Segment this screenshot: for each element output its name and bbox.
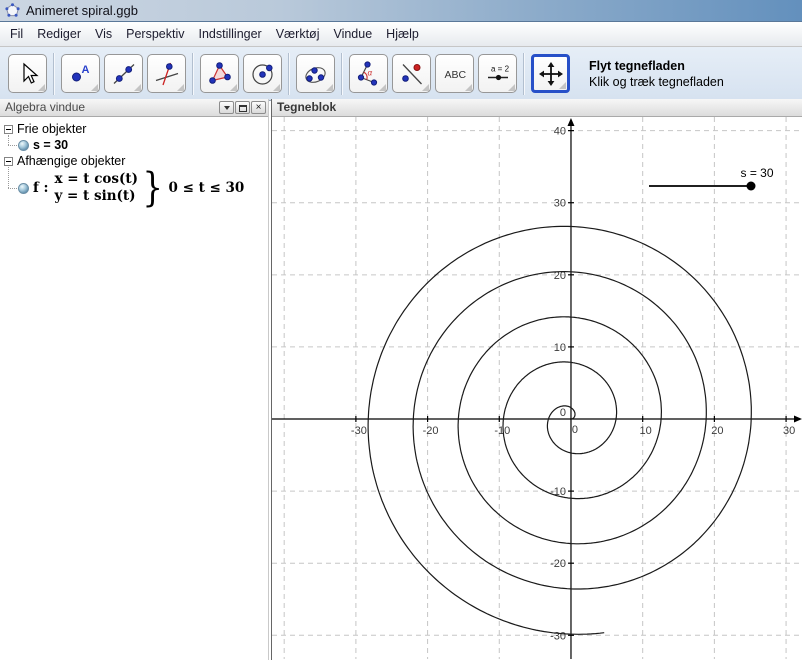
main-area: Algebra vindue × Frie objekter	[0, 99, 802, 660]
window-title: Animeret spiral.ggb	[26, 3, 138, 18]
algebra-panel-title: Algebra vindue	[5, 100, 85, 114]
panel-detach-button[interactable]	[235, 101, 250, 114]
y-axis-tick-label: 40	[554, 126, 566, 138]
active-tool-help: Flyt tegnefladen Klik og træk tegneflade…	[589, 58, 724, 90]
graphics-panel: Tegneblok -30-20-100102030403020100-10-2…	[271, 99, 802, 660]
detach-window-icon	[239, 104, 247, 112]
free-objects-label: Frie objekter	[17, 122, 86, 136]
toolbar: A	[0, 47, 802, 101]
geogebra-window: Animeret spiral.ggb Fil Rediger Vis Pers…	[0, 0, 802, 660]
y-axis-tick-label: 30	[554, 198, 566, 210]
menu-fil[interactable]: Fil	[4, 25, 29, 43]
x-axis-tick-label: -10	[494, 425, 510, 437]
x-axis-tick-label: -30	[351, 425, 367, 437]
graphics-panel-header: Tegneblok	[272, 99, 802, 117]
dependent-objects-group[interactable]: Afhængige objekter	[0, 153, 268, 169]
x-axis-tick-label: 20	[711, 425, 723, 437]
panel-close-button[interactable]: ×	[251, 101, 266, 114]
slider-value-label: s = 30	[740, 166, 773, 180]
dependent-objects-label: Afhængige objekter	[17, 154, 125, 168]
special-line-tool-button[interactable]	[147, 54, 186, 93]
svg-text:α: α	[367, 68, 372, 77]
toolbar-separator	[523, 53, 525, 95]
x-axis-zero-label: 0	[572, 424, 578, 436]
collapse-minus-icon[interactable]	[4, 125, 13, 134]
menu-vaerktoj[interactable]: Værktøj	[270, 25, 326, 43]
menu-bar: Fil Rediger Vis Perspektiv Indstillinger…	[0, 22, 802, 47]
f-equation-y: y = t sin(t)	[55, 188, 139, 205]
collapse-minus-icon[interactable]	[4, 157, 13, 166]
toolbar-separator	[192, 53, 194, 95]
title-bar[interactable]: Animeret spiral.ggb	[0, 0, 802, 22]
object-s-value: s = 30	[33, 138, 68, 152]
panel-dropdown-button[interactable]	[219, 101, 234, 114]
move-drawing-pad-tool-button[interactable]	[531, 54, 570, 93]
polygon-tool-button[interactable]	[200, 54, 239, 93]
active-tool-hint: Klik og træk tegnefladen	[589, 74, 724, 90]
active-tool-name: Flyt tegnefladen	[589, 58, 724, 74]
move-tool-button[interactable]	[8, 54, 47, 93]
object-f-row[interactable]: f : x = t cos(t) y = t sin(t) } 0 ≤ t ≤ …	[0, 169, 268, 207]
object-f-equations: x = t cos(t) y = t sin(t)	[55, 171, 139, 205]
menu-perspektiv[interactable]: Perspektiv	[120, 25, 190, 43]
drawing-pad-canvas[interactable]: -30-20-100102030403020100-10-20-30s = 30	[272, 117, 802, 659]
conic-tool-button[interactable]	[296, 54, 335, 93]
menu-indstillinger[interactable]: Indstillinger	[192, 25, 267, 43]
object-s-row[interactable]: s = 30	[0, 137, 268, 153]
menu-vindue[interactable]: Vindue	[327, 25, 378, 43]
menu-rediger[interactable]: Rediger	[31, 25, 87, 43]
brace-glyph: }	[143, 170, 163, 206]
x-axis-arrow-icon	[794, 416, 802, 423]
x-axis-tick-label: 10	[640, 425, 652, 437]
object-visibility-marble-icon[interactable]	[18, 183, 29, 194]
svg-text:a = 2: a = 2	[491, 64, 510, 73]
geogebra-logo-icon	[5, 3, 20, 18]
algebra-panel: Algebra vindue × Frie objekter	[0, 99, 269, 660]
toolbar-separator	[53, 53, 55, 95]
line-tool-button[interactable]	[104, 54, 143, 93]
y-axis-arrow-icon	[567, 118, 574, 126]
new-point-tool-button[interactable]: A	[61, 54, 100, 93]
free-objects-group[interactable]: Frie objekter	[0, 121, 268, 137]
y-axis-tick-label: 10	[554, 342, 566, 354]
toolbar-separator	[341, 53, 343, 95]
x-axis-tick-label: 30	[783, 425, 795, 437]
f-equation-x: x = t cos(t)	[55, 171, 139, 188]
y-axis-tick-label: -20	[550, 558, 566, 570]
svg-text:A: A	[81, 64, 89, 76]
algebra-tree: Frie objekter s = 30 Afhængige objekter …	[0, 117, 268, 207]
text-tool-button[interactable]: ABC	[435, 54, 474, 93]
f-domain-condition: 0 ≤ t ≤ 30	[168, 180, 244, 196]
x-axis-tick-label: -20	[423, 425, 439, 437]
graphics-panel-title: Tegneblok	[277, 100, 336, 114]
slider-handle[interactable]	[747, 182, 756, 191]
circle-tool-button[interactable]	[243, 54, 282, 93]
y-axis-zero-label: 0	[560, 407, 566, 419]
close-icon: ×	[256, 103, 262, 113]
angle-tool-button[interactable]: α	[349, 54, 388, 93]
algebra-panel-header: Algebra vindue ×	[0, 99, 268, 117]
y-axis-tick-label: -30	[550, 630, 566, 642]
menu-vis[interactable]: Vis	[89, 25, 118, 43]
chevron-down-icon	[224, 106, 230, 110]
svg-text:ABC: ABC	[444, 69, 466, 81]
menu-hjaelp[interactable]: Hjælp	[380, 25, 425, 43]
slider-tool-button[interactable]: a = 2	[478, 54, 517, 93]
mirror-tool-button[interactable]	[392, 54, 431, 93]
object-f-name: f :	[33, 180, 49, 196]
toolbar-separator	[288, 53, 290, 95]
object-visibility-marble-icon[interactable]	[18, 140, 29, 151]
